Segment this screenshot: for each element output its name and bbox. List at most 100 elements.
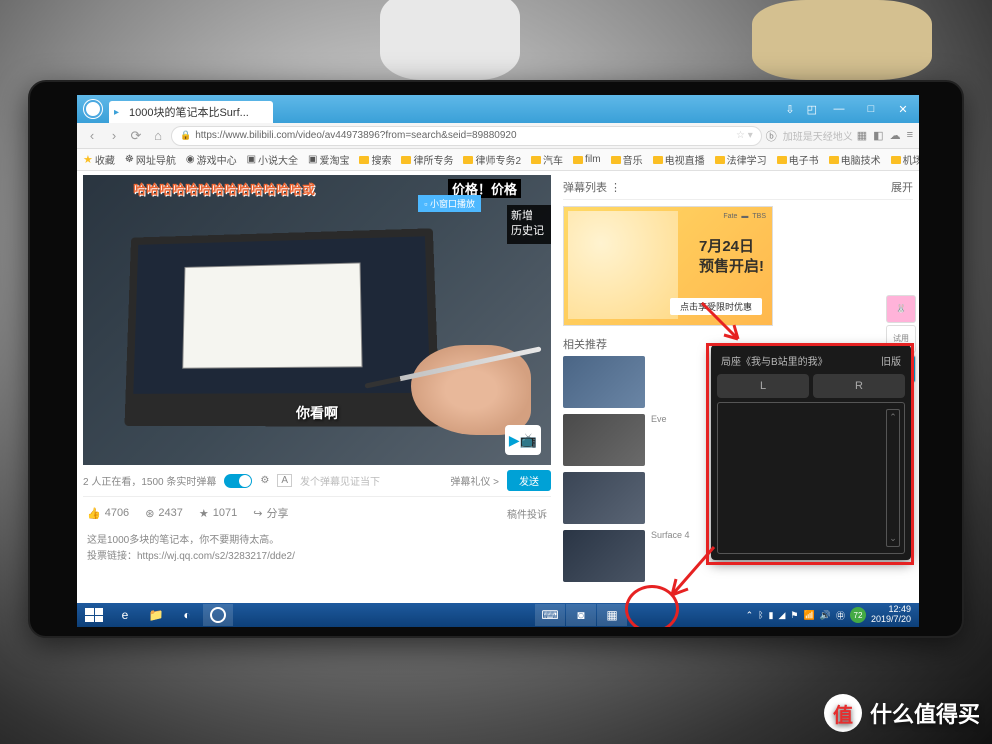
bookmark-item[interactable]: ◉ 游戏中心 bbox=[186, 152, 237, 167]
taskbar-touchpad-icon[interactable]: ◙ bbox=[566, 604, 596, 626]
back-button[interactable]: ‹ bbox=[83, 127, 101, 145]
video-stats: 👍 4706 ⊛ 2437 ★ 1071 ↪ 分享 稿件投诉 bbox=[83, 497, 551, 529]
main-column: 哈哈哈哈哈哈哈哈哈哈哈哈哈或 价格！价格 ▫ 小窗口播放 新增历史记 你看啊 ▶… bbox=[77, 171, 557, 603]
favorites-label[interactable]: ★收藏 bbox=[83, 152, 115, 167]
danmaku-list-header: 弹幕列表 ⋮ 展开 bbox=[563, 175, 913, 200]
touchpad-surface[interactable]: ⌃ ⌄ bbox=[717, 402, 905, 554]
expand-button[interactable]: 展开 bbox=[891, 179, 913, 195]
taskbar-app-icon[interactable]: ▦ bbox=[597, 604, 627, 626]
tray-flag-icon[interactable]: ⚑ bbox=[790, 610, 798, 621]
home-button[interactable]: ⌂ bbox=[149, 127, 167, 145]
watermark-logo-icon: 值 bbox=[824, 694, 862, 732]
folder-icon bbox=[401, 156, 411, 164]
folder-icon bbox=[829, 156, 839, 164]
danmaku-input[interactable]: 发个弹幕见证当下 bbox=[300, 473, 442, 488]
bookmark-folder[interactable]: 法律学习 bbox=[715, 152, 767, 167]
danmaku-etiquette-link[interactable]: 弹幕礼仪 > bbox=[450, 473, 499, 488]
scroll-up-icon: ⌃ bbox=[889, 412, 897, 423]
tray-volume-icon[interactable]: 🔊 bbox=[820, 610, 831, 621]
url-input[interactable]: 🔒 https://www.bilibili.com/video/av44973… bbox=[171, 126, 762, 146]
taskbar-ie-icon[interactable]: e bbox=[110, 604, 140, 626]
address-bar: ‹ › ⟳ ⌂ 🔒 https://www.bilibili.com/video… bbox=[77, 123, 919, 149]
bookmark-item[interactable]: ☸ 网址导航 bbox=[125, 152, 176, 167]
video-player[interactable]: 哈哈哈哈哈哈哈哈哈哈哈哈哈或 价格！价格 ▫ 小窗口播放 新增历史记 你看啊 ▶… bbox=[83, 175, 551, 465]
folder-icon bbox=[715, 156, 725, 164]
touchpad-title: 局座《我与B站里的我》 bbox=[721, 353, 828, 368]
extension-icon[interactable]: ☁ bbox=[890, 129, 901, 142]
bookmark-folder[interactable]: 电子书 bbox=[777, 152, 819, 167]
tray-bluetooth-icon[interactable]: ᛒ bbox=[758, 610, 763, 620]
bookmark-item[interactable]: ▣ 小说大全 bbox=[247, 152, 298, 167]
bookmark-folder[interactable]: 汽车 bbox=[531, 152, 563, 167]
tray-icon[interactable]: ◢ bbox=[779, 610, 786, 621]
sogou-logo-icon[interactable] bbox=[83, 99, 103, 119]
bookmark-folder[interactable]: 律所专务 bbox=[401, 152, 453, 167]
desc-line: 这是1000多块的笔记本，你不要期待太高。 bbox=[87, 533, 547, 549]
bilibili-play-icon[interactable]: ▶📺 bbox=[505, 425, 541, 455]
danmaku-toggle[interactable] bbox=[224, 474, 252, 488]
extension-icon[interactable]: ▦ bbox=[857, 129, 867, 142]
share-button[interactable]: ↪ 分享 bbox=[253, 505, 288, 521]
bg-pillow bbox=[752, 0, 932, 80]
taskbar-app-icon[interactable]: ◐ bbox=[172, 604, 202, 626]
ad-banner[interactable]: Fate▬TBS 7月24日预售开启! 点击享受限时优惠 bbox=[563, 206, 773, 326]
search-box[interactable]: ⓑ 加班是天经地义 bbox=[766, 128, 853, 144]
history-sidebar-tag[interactable]: 新增历史记 bbox=[507, 205, 551, 244]
start-button[interactable] bbox=[79, 604, 109, 626]
folder-icon bbox=[777, 156, 787, 164]
virtual-touchpad[interactable]: 局座《我与B站里的我》 旧版 L R ⌃ ⌄ bbox=[711, 345, 911, 560]
tray-network-icon[interactable]: ▮ bbox=[769, 610, 774, 621]
taskbar-clock[interactable]: 12:492019/7/20 bbox=[871, 605, 911, 625]
folder-icon bbox=[531, 156, 541, 164]
danmaku-settings-icon[interactable]: ⚙ bbox=[260, 475, 269, 486]
bookmark-folder[interactable]: 电视直播 bbox=[653, 152, 705, 167]
folder-icon bbox=[653, 156, 663, 164]
favorite-button[interactable]: ★ 1071 bbox=[199, 507, 237, 520]
tray-chevron-icon[interactable]: ⌃ bbox=[746, 610, 754, 621]
minimize-button[interactable]: — bbox=[829, 103, 849, 116]
maximize-button[interactable]: □ bbox=[861, 103, 881, 116]
browser-tab[interactable]: 1000块的笔记本比Surf... bbox=[109, 101, 273, 123]
bookmark-folder[interactable]: 搜索 bbox=[359, 152, 391, 167]
send-button[interactable]: 发送 bbox=[507, 470, 551, 491]
touchpad-right-button[interactable]: R bbox=[813, 374, 905, 398]
tray-temp-icon[interactable]: 72 bbox=[850, 607, 866, 623]
window-controls: ⇩ ◰ — □ ✕ bbox=[785, 103, 913, 116]
bookmark-folder[interactable]: 机场公司 bbox=[891, 152, 919, 167]
mini-window-button[interactable]: ▫ 小窗口播放 bbox=[418, 195, 481, 212]
bookmark-folder[interactable]: 电脑技术 bbox=[829, 152, 881, 167]
touchpad-left-button[interactable]: L bbox=[717, 374, 809, 398]
taskbar-explorer-icon[interactable]: 📁 bbox=[141, 604, 171, 626]
danmaku-list-label[interactable]: 弹幕列表 ⋮ bbox=[563, 179, 621, 195]
folder-icon bbox=[891, 156, 901, 164]
bookmark-folder[interactable]: 音乐 bbox=[611, 152, 643, 167]
menu-icon[interactable]: ≡ bbox=[907, 129, 913, 142]
bg-object bbox=[380, 0, 520, 80]
ad-cta-button[interactable]: 点击享受限时优惠 bbox=[670, 298, 762, 315]
reload-button[interactable]: ⟳ bbox=[127, 127, 145, 145]
bookmark-folder[interactable]: film bbox=[573, 154, 601, 165]
tray-ime-icon[interactable]: ㊥ bbox=[836, 609, 845, 622]
taskbar-keyboard-icon[interactable]: ⌨ bbox=[535, 604, 565, 626]
download-icon[interactable]: ⇩ bbox=[785, 103, 794, 116]
like-button[interactable]: 👍 4706 bbox=[87, 507, 129, 520]
extension-icon[interactable]: ◧ bbox=[873, 129, 883, 142]
report-link[interactable]: 稿件投诉 bbox=[507, 506, 547, 521]
url-text: https://www.bilibili.com/video/av4497389… bbox=[195, 130, 516, 141]
tray-wifi-icon[interactable]: 📶 bbox=[804, 610, 815, 621]
bookmark-item[interactable]: ▣ 爱淘宝 bbox=[308, 152, 349, 167]
folder-icon bbox=[573, 156, 583, 164]
taskbar-sogou-icon[interactable] bbox=[203, 604, 233, 626]
desc-line: 投票链接：https://wj.qq.com/s2/3283217/dde2/ bbox=[87, 549, 547, 565]
font-icon[interactable]: A bbox=[277, 474, 292, 487]
restore-icon[interactable]: ◰ bbox=[807, 103, 817, 116]
coin-button[interactable]: ⊛ 2437 bbox=[145, 507, 183, 520]
bookmark-folder[interactable]: 律师专务2 bbox=[463, 152, 521, 167]
close-button[interactable]: ✕ bbox=[893, 103, 913, 116]
search-engine-icon: ⓑ bbox=[766, 128, 777, 144]
touchpad-tag: 旧版 bbox=[881, 353, 901, 368]
touchpad-scrollbar[interactable]: ⌃ ⌄ bbox=[886, 409, 900, 547]
forward-button[interactable]: › bbox=[105, 127, 123, 145]
danmaku-text: 哈哈哈哈哈哈哈哈哈哈哈哈哈或 bbox=[133, 179, 315, 198]
float-button-mascot[interactable]: 🐰 bbox=[886, 295, 916, 323]
